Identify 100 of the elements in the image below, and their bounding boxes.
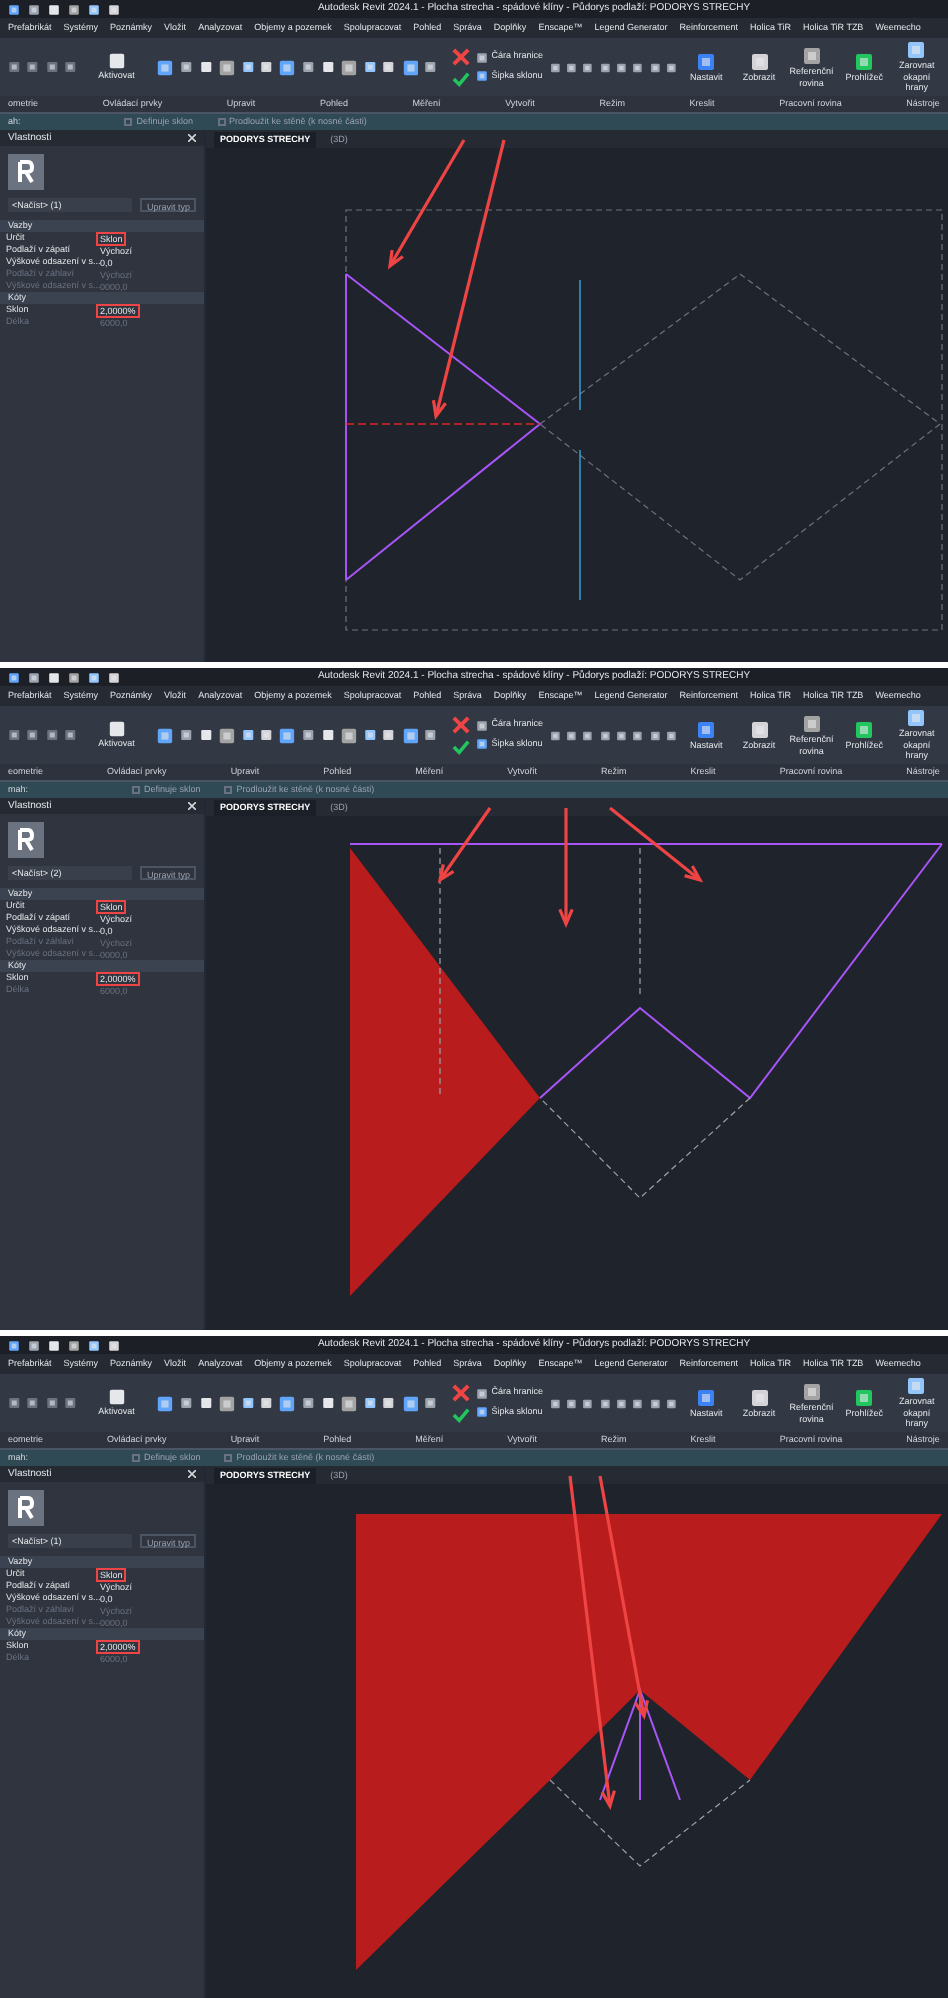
modify-tool-icon[interactable] bbox=[302, 728, 316, 742]
control-icon[interactable] bbox=[107, 51, 126, 70]
work-plane-icon[interactable] bbox=[854, 719, 875, 740]
draw-shape-icon[interactable] bbox=[582, 1397, 594, 1409]
geometry-tool-icon[interactable] bbox=[8, 728, 21, 742]
finish-check-icon[interactable] bbox=[451, 1405, 470, 1423]
modify-tool-icon[interactable] bbox=[382, 728, 396, 742]
modify-tool-icon[interactable] bbox=[260, 60, 273, 74]
toolbar-icon[interactable] bbox=[8, 1339, 20, 1351]
modify-tool-icon[interactable] bbox=[302, 1396, 316, 1410]
toolbar-icon[interactable] bbox=[8, 671, 20, 683]
work-plane-icon[interactable] bbox=[906, 708, 927, 729]
modify-tool-icon[interactable] bbox=[363, 60, 377, 74]
geometry-tool-icon[interactable] bbox=[63, 1396, 77, 1410]
cancel-icon[interactable] bbox=[451, 715, 470, 733]
draw-shape-icon[interactable] bbox=[582, 61, 594, 73]
toolbar-icon[interactable] bbox=[88, 3, 100, 15]
draw-shape-icon[interactable] bbox=[632, 729, 644, 741]
modify-tool-icon[interactable] bbox=[363, 728, 377, 742]
geometry-tool-icon[interactable] bbox=[63, 728, 77, 742]
draw-shape-icon[interactable] bbox=[565, 1397, 577, 1409]
draw-shape-icon[interactable] bbox=[599, 1397, 611, 1409]
work-plane-icon[interactable] bbox=[749, 719, 769, 740]
modify-tool-icon[interactable] bbox=[278, 57, 297, 77]
close-icon[interactable] bbox=[188, 134, 196, 142]
draw-shape-icon[interactable] bbox=[649, 729, 661, 741]
modify-tool-icon[interactable] bbox=[278, 1393, 297, 1413]
modify-tool-icon[interactable] bbox=[180, 1396, 194, 1410]
work-plane-icon[interactable] bbox=[801, 713, 822, 734]
draw-shape-icon[interactable] bbox=[632, 61, 644, 73]
draw-shape-icon[interactable] bbox=[666, 61, 678, 73]
work-plane-icon[interactable] bbox=[854, 1387, 875, 1408]
modify-tool-icon[interactable] bbox=[302, 60, 316, 74]
toolbar-icon[interactable] bbox=[68, 3, 80, 15]
slope-arrow-icon[interactable] bbox=[475, 738, 488, 751]
geometry-tool-icon[interactable] bbox=[8, 1396, 21, 1410]
modify-tool-icon[interactable] bbox=[382, 60, 396, 74]
toolbar-icon[interactable] bbox=[28, 3, 40, 15]
work-plane-icon[interactable] bbox=[749, 1387, 769, 1408]
work-plane-icon[interactable] bbox=[854, 51, 875, 72]
geometry-tool-icon[interactable] bbox=[45, 60, 58, 74]
draw-shape-icon[interactable] bbox=[666, 1397, 678, 1409]
boundary-line-icon[interactable] bbox=[475, 1387, 488, 1400]
modify-tool-icon[interactable] bbox=[401, 725, 419, 745]
modify-tool-icon[interactable] bbox=[424, 728, 438, 742]
toolbar-icon[interactable] bbox=[108, 671, 120, 683]
work-plane-icon[interactable] bbox=[906, 1376, 927, 1397]
geometry-tool-icon[interactable] bbox=[26, 728, 40, 742]
geometry-tool-icon[interactable] bbox=[26, 60, 40, 74]
toolbar-icon[interactable] bbox=[48, 3, 60, 15]
toolbar-icon[interactable] bbox=[88, 671, 100, 683]
toolbar-icon[interactable] bbox=[68, 671, 80, 683]
draw-shape-icon[interactable] bbox=[549, 61, 560, 73]
work-plane-icon[interactable] bbox=[906, 40, 927, 61]
modify-tool-icon[interactable] bbox=[156, 1393, 175, 1413]
draw-shape-icon[interactable] bbox=[599, 61, 611, 73]
geometry-tool-icon[interactable] bbox=[45, 1396, 58, 1410]
modify-tool-icon[interactable] bbox=[180, 60, 194, 74]
cancel-icon[interactable] bbox=[451, 1383, 470, 1401]
modify-tool-icon[interactable] bbox=[424, 60, 438, 74]
work-plane-icon[interactable] bbox=[696, 1387, 717, 1408]
draw-shape-icon[interactable] bbox=[616, 1397, 627, 1409]
close-icon[interactable] bbox=[188, 1470, 196, 1478]
geometry-tool-icon[interactable] bbox=[45, 728, 58, 742]
finish-check-icon[interactable] bbox=[451, 737, 470, 755]
toolbar-icon[interactable] bbox=[28, 671, 40, 683]
work-plane-icon[interactable] bbox=[696, 719, 717, 740]
toolbar-icon[interactable] bbox=[48, 1339, 60, 1351]
modify-tool-icon[interactable] bbox=[260, 728, 273, 742]
control-icon[interactable] bbox=[107, 1387, 126, 1406]
work-plane-icon[interactable] bbox=[801, 45, 822, 66]
modify-tool-icon[interactable] bbox=[241, 728, 255, 742]
work-plane-icon[interactable] bbox=[801, 1381, 822, 1402]
draw-shape-icon[interactable] bbox=[616, 61, 627, 73]
modify-tool-icon[interactable] bbox=[401, 57, 419, 77]
control-icon[interactable] bbox=[107, 719, 126, 738]
draw-shape-icon[interactable] bbox=[666, 729, 678, 741]
toolbar-icon[interactable] bbox=[48, 671, 60, 683]
toolbar-icon[interactable] bbox=[108, 1339, 120, 1351]
draw-shape-icon[interactable] bbox=[632, 1397, 644, 1409]
geometry-tool-icon[interactable] bbox=[63, 60, 77, 74]
work-plane-icon[interactable] bbox=[749, 51, 769, 72]
modify-tool-icon[interactable] bbox=[260, 1396, 273, 1410]
draw-shape-icon[interactable] bbox=[599, 729, 611, 741]
cancel-icon[interactable] bbox=[451, 47, 470, 65]
modify-tool-icon[interactable] bbox=[180, 728, 194, 742]
modify-tool-icon[interactable] bbox=[363, 1396, 377, 1410]
boundary-line-icon[interactable] bbox=[475, 719, 488, 732]
modify-tool-icon[interactable] bbox=[278, 725, 297, 745]
modify-tool-icon[interactable] bbox=[382, 1396, 396, 1410]
modify-tool-icon[interactable] bbox=[241, 1396, 255, 1410]
geometry-tool-icon[interactable] bbox=[8, 60, 21, 74]
draw-shape-icon[interactable] bbox=[616, 729, 627, 741]
toolbar-icon[interactable] bbox=[108, 3, 120, 15]
draw-shape-icon[interactable] bbox=[582, 729, 594, 741]
work-plane-icon[interactable] bbox=[696, 51, 717, 72]
draw-shape-icon[interactable] bbox=[565, 61, 577, 73]
draw-shape-icon[interactable] bbox=[649, 1397, 661, 1409]
draw-shape-icon[interactable] bbox=[565, 729, 577, 741]
slope-arrow-icon[interactable] bbox=[475, 70, 488, 83]
